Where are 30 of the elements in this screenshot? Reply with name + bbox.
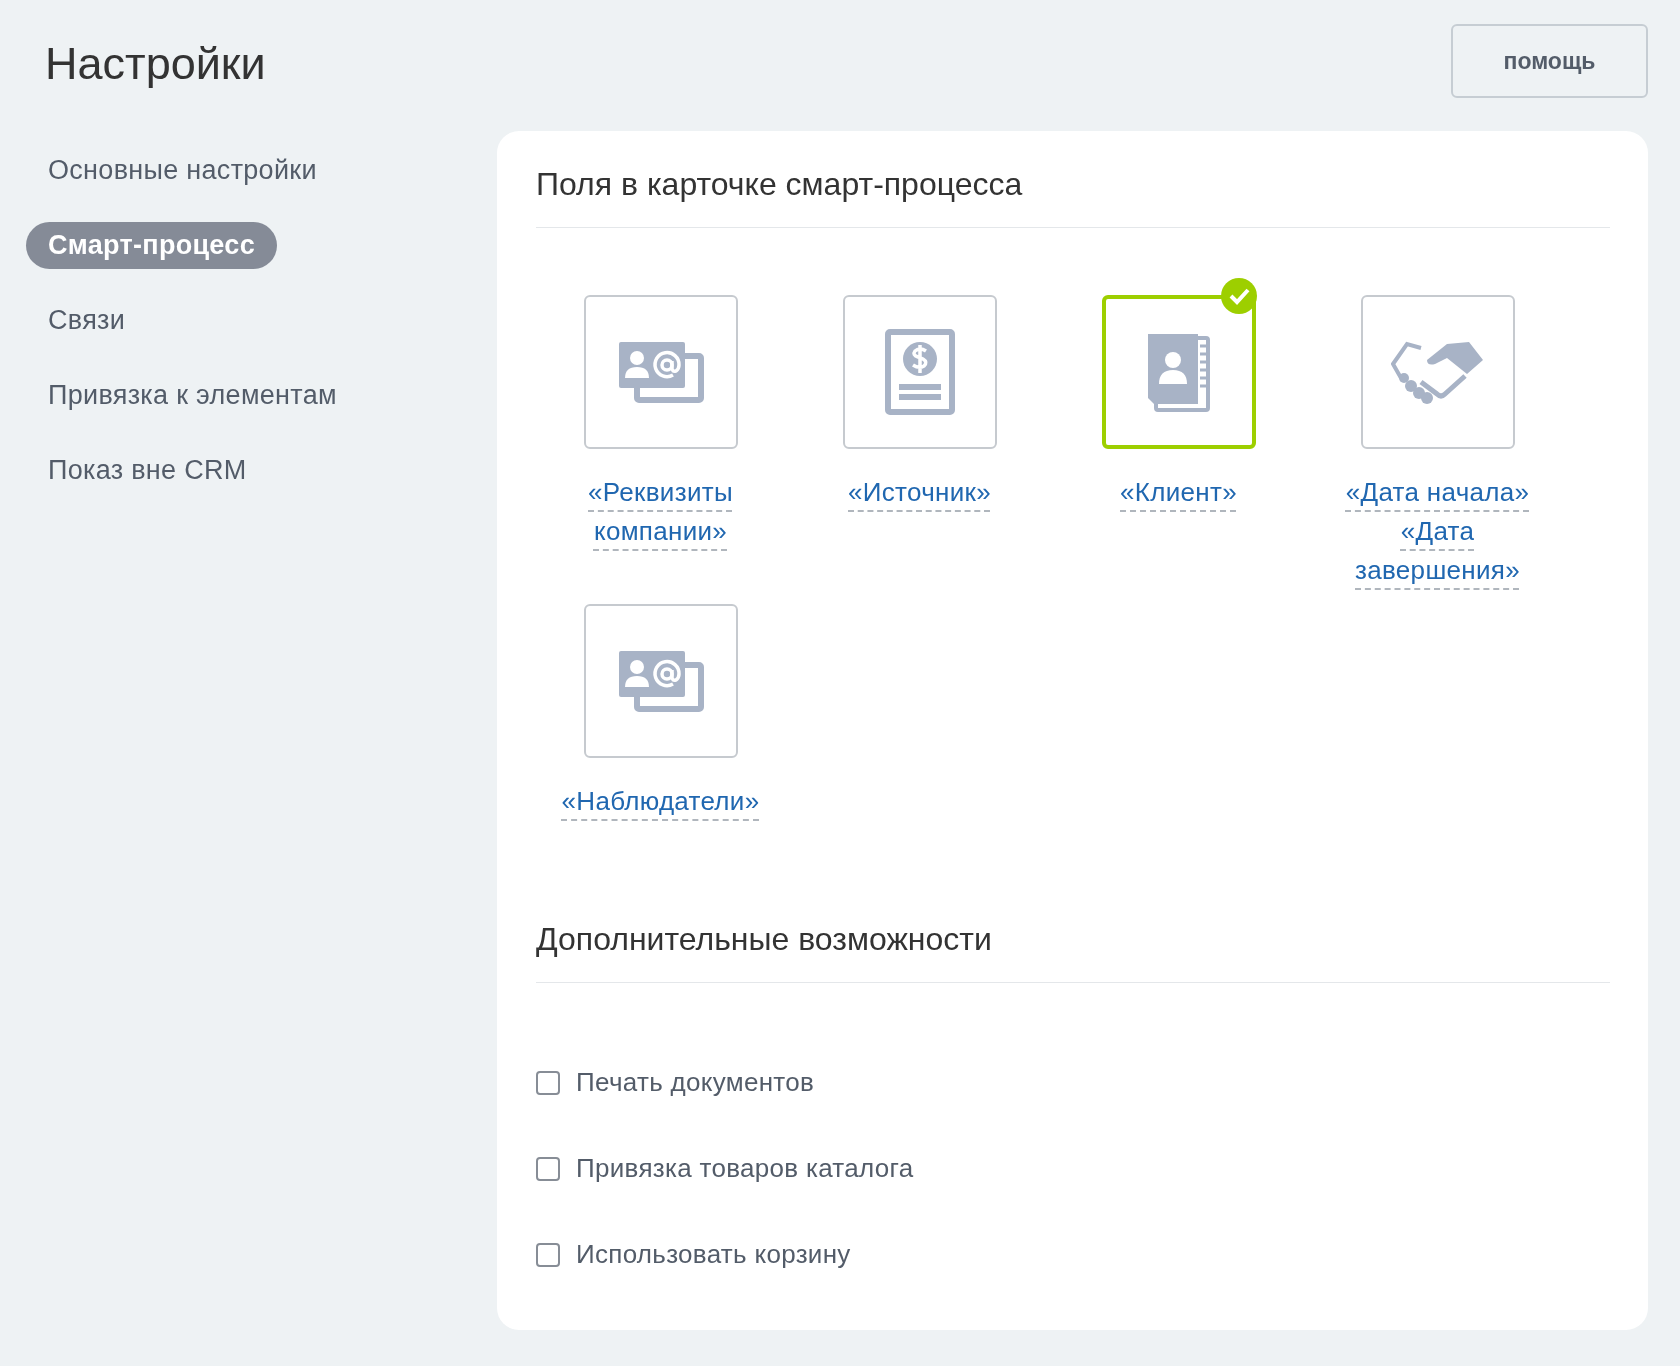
field-link[interactable]: «Наблюдатели» bbox=[553, 782, 768, 821]
sidebar-item[interactable]: Связи bbox=[26, 297, 148, 344]
dollar-document-icon bbox=[884, 329, 955, 415]
checkbox[interactable] bbox=[536, 1156, 560, 1181]
field-link[interactable]: «Дата начала» «Дата завершения» bbox=[1330, 473, 1545, 590]
address-book-icon bbox=[1145, 332, 1212, 412]
field-tile[interactable] bbox=[842, 295, 997, 449]
sidebar-item[interactable]: Привязка к элементам bbox=[26, 372, 359, 419]
contact-card-icon bbox=[616, 340, 705, 404]
field-link[interactable]: «Реквизиты компании» bbox=[553, 473, 768, 551]
page-title: Настройки bbox=[45, 38, 266, 90]
field-link[interactable]: «Клиент» bbox=[1071, 473, 1286, 512]
checkbox[interactable] bbox=[536, 1242, 560, 1267]
section-title: Поля в карточке смарт-процесса bbox=[536, 166, 1610, 228]
field-tile[interactable] bbox=[583, 604, 738, 758]
sidebar-item[interactable]: Показ вне CRM bbox=[26, 447, 269, 494]
section-title: Дополнительные возможности bbox=[536, 921, 1610, 983]
field-tile[interactable] bbox=[1101, 295, 1256, 449]
checkmark-icon bbox=[1220, 277, 1258, 315]
contact-card-icon bbox=[616, 649, 705, 713]
sidebar-item[interactable]: Смарт-процесс bbox=[26, 222, 277, 269]
field-tile[interactable] bbox=[583, 295, 738, 449]
field-tile[interactable] bbox=[1360, 295, 1515, 449]
help-button[interactable]: помощь bbox=[1451, 24, 1648, 98]
sidebar-item[interactable]: Основные настройки bbox=[26, 147, 339, 194]
checkbox-label: Печать документов bbox=[576, 1067, 815, 1098]
field-link[interactable]: «Источник» bbox=[812, 473, 1027, 512]
checkbox[interactable] bbox=[536, 1070, 560, 1095]
checkbox-label: Привязка товаров каталога bbox=[576, 1153, 914, 1184]
checkbox-label: Использовать корзину bbox=[576, 1239, 851, 1270]
